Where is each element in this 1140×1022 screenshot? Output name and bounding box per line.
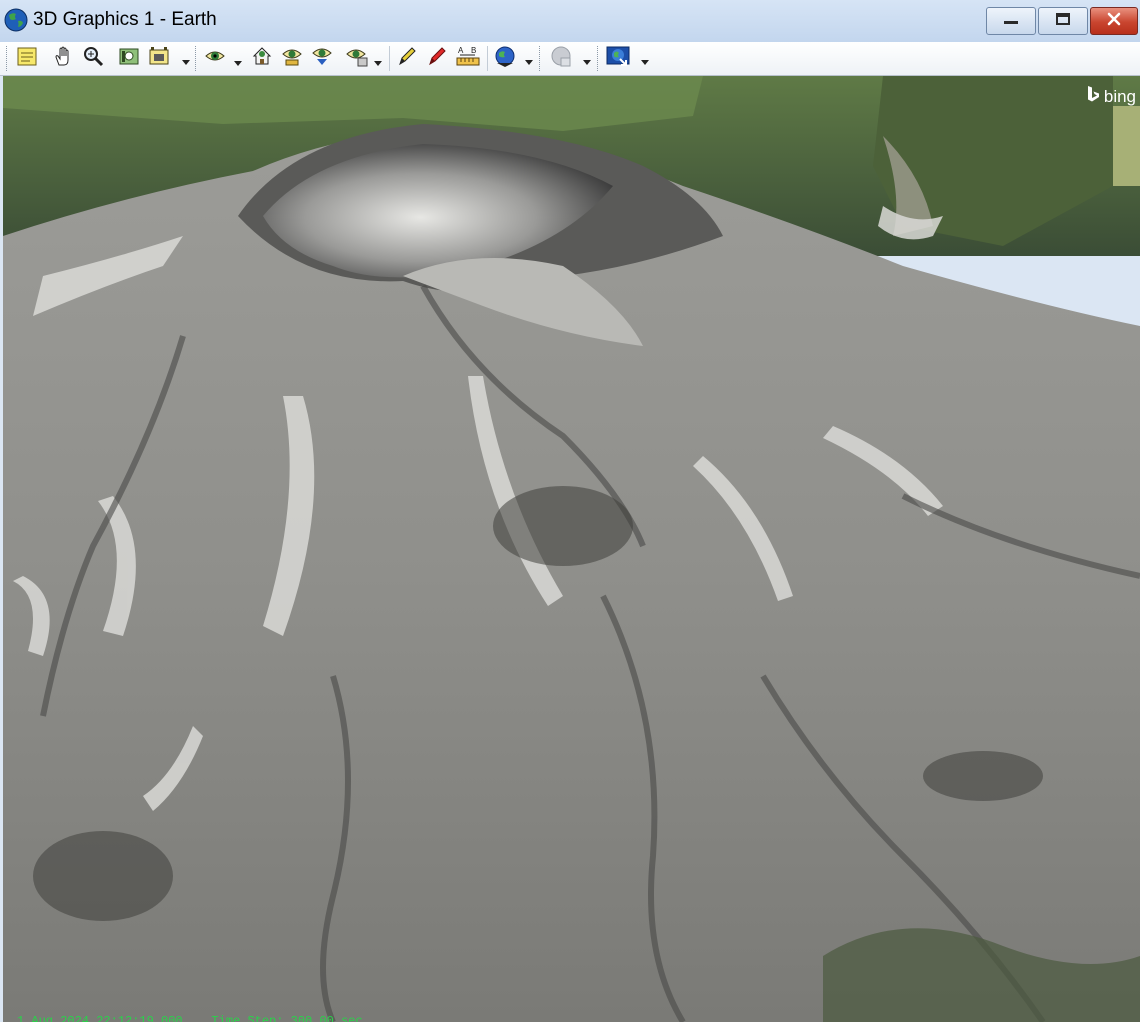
home-view-icon bbox=[251, 45, 273, 72]
chevron-down-icon bbox=[582, 53, 591, 71]
chevron-down-icon bbox=[181, 53, 190, 71]
zoom-magnifier-icon bbox=[82, 45, 104, 72]
chevron-down-icon bbox=[234, 54, 242, 71]
pan-button[interactable] bbox=[50, 45, 76, 71]
globe-sync-button[interactable] bbox=[492, 45, 518, 71]
view-down-icon bbox=[311, 45, 333, 72]
window-title: 3D Graphics 1 - Earth bbox=[33, 9, 217, 30]
maximize-button[interactable] bbox=[1038, 7, 1088, 35]
toolbar-overflow-dropdown-1[interactable] bbox=[181, 60, 190, 71]
toolbar-grip[interactable] bbox=[6, 46, 10, 71]
toolbar-grip[interactable] bbox=[195, 46, 199, 71]
snapshot-button[interactable] bbox=[116, 45, 142, 71]
earth-3d-window: 3D Graphics 1 - Earth A B bing 1 Aug 202… bbox=[0, 0, 1140, 1022]
minimize-icon bbox=[1003, 12, 1019, 30]
globe-export-icon bbox=[606, 45, 630, 72]
toolbar-grip[interactable] bbox=[597, 46, 601, 71]
toolbar-grip[interactable] bbox=[539, 46, 543, 71]
toolbar-separator bbox=[487, 46, 488, 71]
maximize-icon bbox=[1055, 12, 1071, 31]
toolbar-separator bbox=[389, 46, 390, 71]
time-status-line: 1 Aug 2024 22:12:19.000 Time Step: 300.0… bbox=[17, 1014, 363, 1022]
close-icon bbox=[1106, 11, 1122, 32]
svg-text:A: A bbox=[458, 46, 464, 55]
toolbar-overflow-dropdown-2[interactable] bbox=[524, 60, 533, 71]
view-dropdown-arrow[interactable] bbox=[234, 54, 242, 66]
bing-logo-icon bbox=[1086, 85, 1100, 108]
title-bar[interactable]: 3D Graphics 1 - Earth bbox=[0, 0, 1140, 43]
toolbar-overflow-dropdown-3[interactable] bbox=[582, 60, 591, 71]
globe-disabled-button[interactable] bbox=[548, 45, 574, 71]
terrain-scene[interactable] bbox=[3, 76, 1140, 1022]
view-button[interactable] bbox=[202, 45, 228, 71]
close-button[interactable] bbox=[1090, 7, 1138, 35]
earth-globe-icon bbox=[4, 8, 28, 32]
view-from-to-icon bbox=[281, 45, 303, 72]
object-view-button[interactable] bbox=[344, 45, 370, 71]
home-view-button[interactable] bbox=[249, 45, 275, 71]
minimize-button[interactable] bbox=[986, 7, 1036, 35]
bing-logo-text: bing bbox=[1103, 86, 1136, 106]
globe-sync-icon bbox=[494, 45, 516, 72]
chevron-down-icon bbox=[640, 53, 649, 71]
globe-export-button[interactable] bbox=[605, 45, 631, 71]
measure-button[interactable]: AB bbox=[455, 45, 481, 71]
view-eye-icon bbox=[204, 45, 226, 72]
3d-globe-viewport[interactable]: bing 1 Aug 2024 22:12:19.000 Time Step: … bbox=[3, 76, 1140, 1022]
object-view-icon bbox=[346, 45, 368, 72]
record-movie-button[interactable] bbox=[146, 45, 172, 71]
zoom-button[interactable] bbox=[80, 45, 106, 71]
object-view-dropdown-arrow[interactable] bbox=[374, 54, 382, 66]
record-movie-icon bbox=[148, 45, 170, 72]
red-marker-icon bbox=[426, 45, 448, 72]
svg-text:B: B bbox=[471, 46, 476, 55]
view-from-to-button[interactable] bbox=[279, 45, 305, 71]
bing-attribution: bing bbox=[1086, 85, 1136, 108]
toolbar-overflow-dropdown-4[interactable] bbox=[640, 60, 649, 71]
toolbar: AB bbox=[0, 42, 1140, 76]
globe-disabled-icon bbox=[550, 45, 572, 72]
chevron-down-icon bbox=[524, 53, 533, 71]
measure-ruler-icon: AB bbox=[456, 45, 480, 72]
pan-hand-icon bbox=[52, 45, 74, 72]
marker-button[interactable] bbox=[424, 45, 450, 71]
properties-button[interactable] bbox=[14, 45, 40, 71]
chevron-down-icon bbox=[374, 54, 382, 71]
snapshot-camera-icon bbox=[118, 45, 140, 72]
pen-button[interactable] bbox=[394, 45, 420, 71]
properties-icon bbox=[16, 45, 38, 72]
pen-draw-icon bbox=[396, 45, 418, 72]
view-down-button[interactable] bbox=[309, 45, 335, 71]
